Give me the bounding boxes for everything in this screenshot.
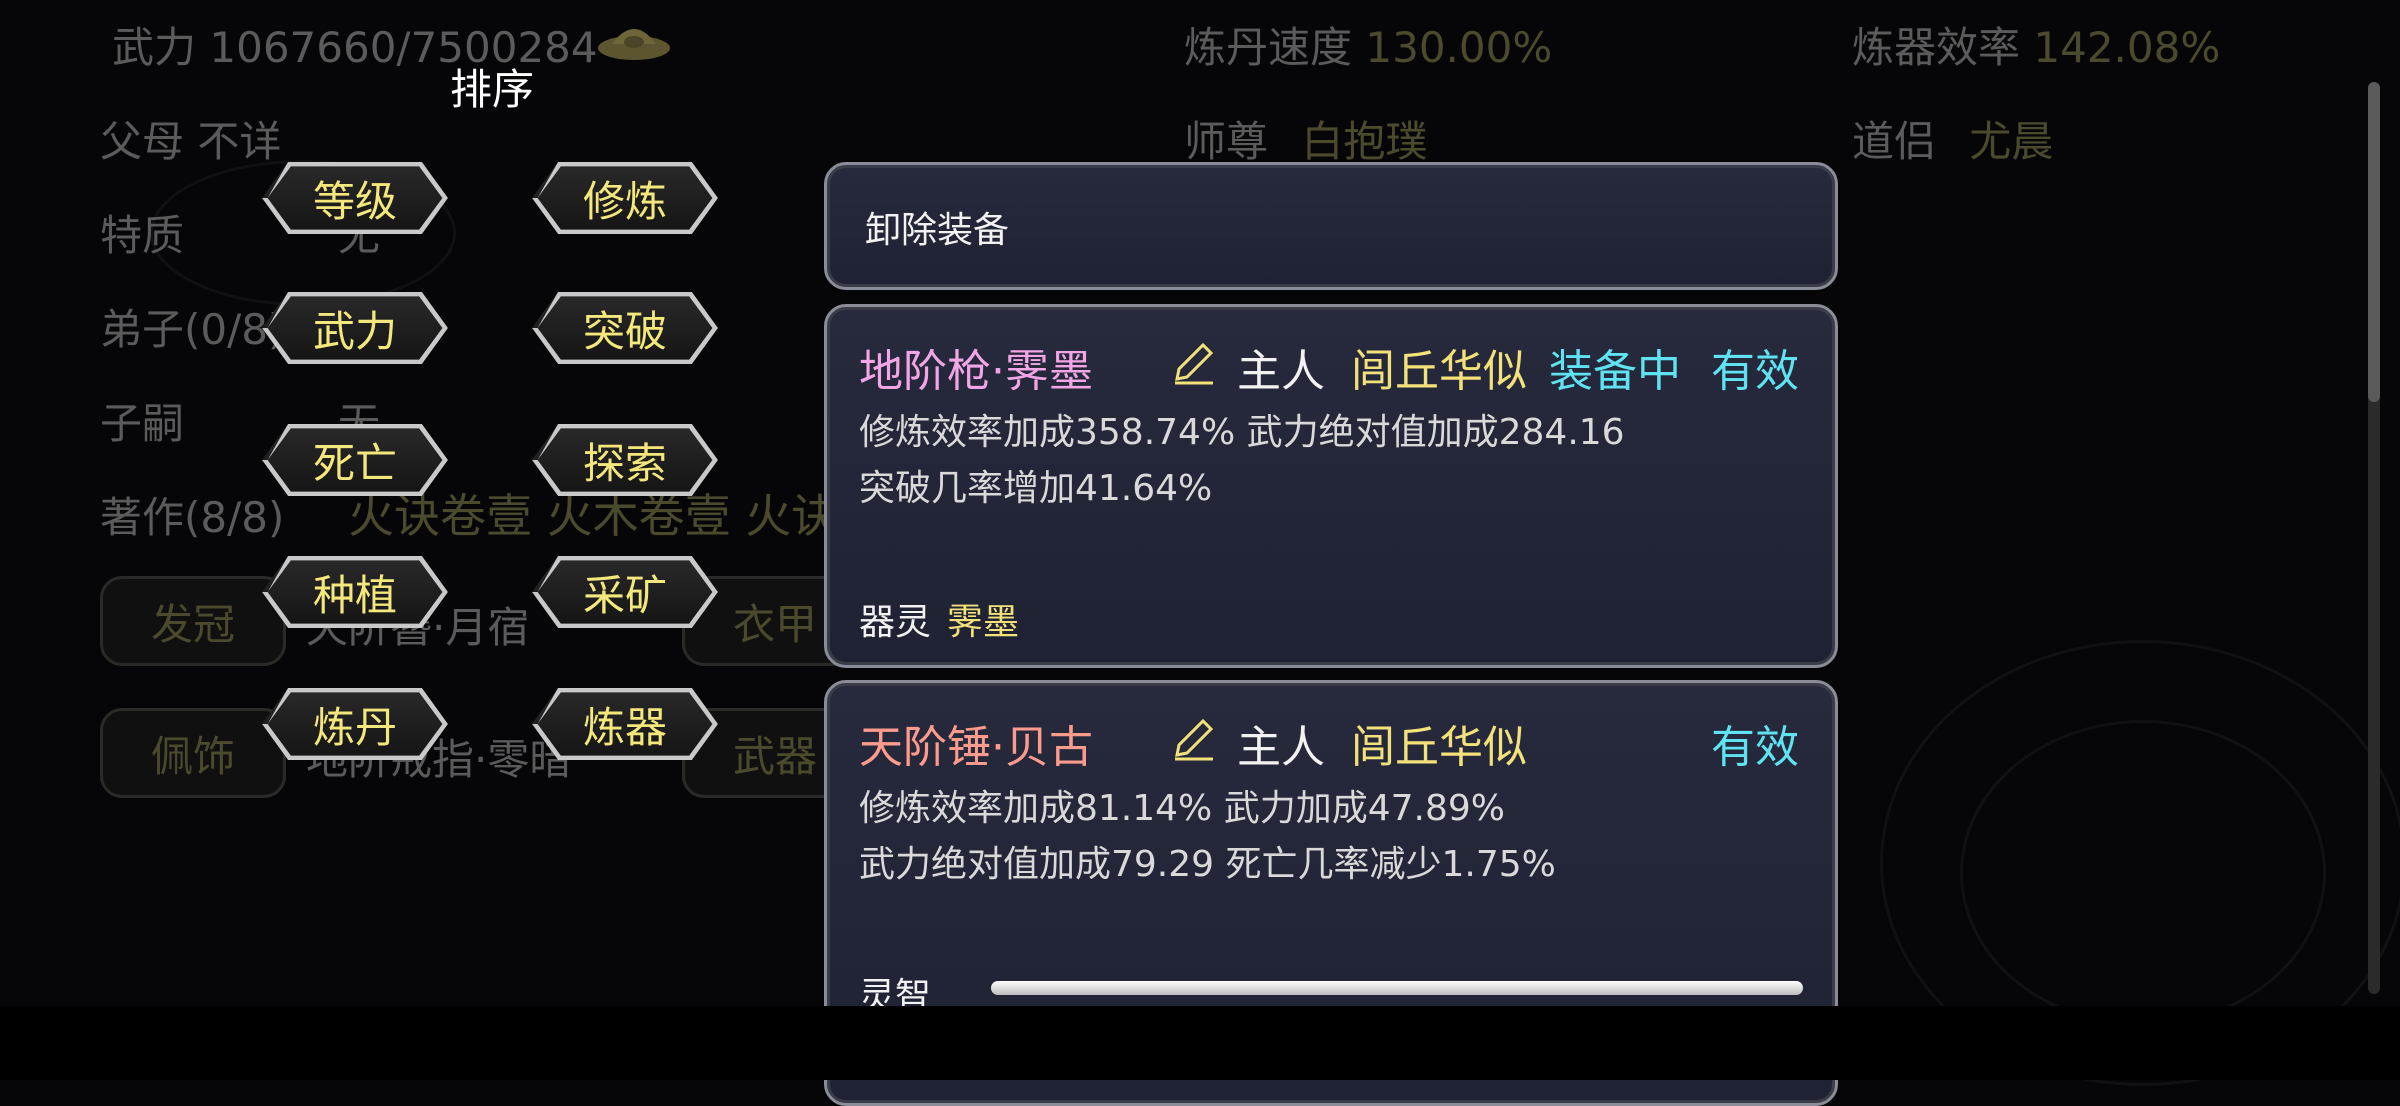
- sort-power-button[interactable]: 武力: [262, 292, 448, 364]
- parents-value: 不详: [197, 117, 282, 166]
- sort-death-button[interactable]: 死亡: [262, 424, 448, 496]
- pencil-icon[interactable]: [1169, 715, 1217, 763]
- sort-mining-button[interactable]: 采矿: [532, 556, 718, 628]
- parents-row: 父母 不详: [100, 108, 281, 169]
- power-value: 1067660/7500284: [209, 23, 598, 72]
- alchemy-speed-value: 130.00%: [1365, 23, 1553, 72]
- equipped-status: 装备中: [1549, 346, 1681, 397]
- pencil-icon[interactable]: [1169, 339, 1217, 387]
- forge-eff-label: 炼器效率: [1852, 23, 2021, 72]
- valid-status: 有效: [1711, 346, 1799, 397]
- sort-planting-button[interactable]: 种植: [262, 556, 448, 628]
- item-name: 天阶锤·贝古: [859, 722, 1093, 773]
- valid-status: 有效: [1711, 722, 1799, 773]
- item-stats-line: 修炼效率加成81.14% 武力加成47.89%: [859, 788, 1505, 829]
- heirs-label: 子嗣: [100, 399, 185, 448]
- item-stats-line: 武力绝对值加成79.29 死亡几率减少1.75%: [859, 844, 1556, 885]
- sort-title: 排序: [450, 65, 535, 114]
- forge-eff-value: 142.08%: [2033, 23, 2221, 72]
- owner-label: 主人: [1237, 722, 1325, 773]
- partner-label: 道侣: [1852, 117, 1937, 166]
- unequip-label: 卸除装备: [865, 210, 1010, 251]
- master-row: 师尊 白抱璞: [1184, 108, 1427, 169]
- unequip-button[interactable]: 卸除装备: [824, 162, 1838, 290]
- sort-explore-button[interactable]: 探索: [532, 424, 718, 496]
- partner-value[interactable]: 尤晨: [1969, 117, 2053, 166]
- wisdom-bar: [991, 981, 1803, 995]
- slot-accessory-button[interactable]: 佩饰: [100, 708, 286, 798]
- trait-label: 特质: [100, 211, 185, 260]
- owner-name: 闾丘华似: [1351, 346, 1527, 397]
- master-label: 师尊: [1184, 117, 1269, 166]
- forge-eff-stat: 炼器效率 142.08%: [1852, 14, 2220, 75]
- sort-level-button[interactable]: 等级: [262, 162, 448, 234]
- wisdom-bar-fill: [991, 981, 1803, 995]
- bottom-bar: [0, 1006, 2400, 1080]
- disciples-label: 弟子(0/8): [100, 305, 285, 354]
- item-name: 地阶枪·霁墨: [859, 346, 1093, 397]
- spirit-label: 器灵: [859, 602, 932, 643]
- owner-name: 闾丘华似: [1351, 722, 1527, 773]
- gold-ingot-icon: [598, 29, 670, 60]
- alchemy-speed-stat: 炼丹速度 130.00%: [1184, 14, 1552, 75]
- sort-alchemy-button[interactable]: 炼丹: [262, 688, 448, 760]
- owner-label: 主人: [1237, 346, 1325, 397]
- background-cloud: [1960, 720, 2326, 1026]
- master-value[interactable]: 白抱璞: [1301, 117, 1427, 166]
- spirit-name: 霁墨: [947, 602, 1020, 643]
- partner-row: 道侣 尤晨: [1852, 108, 2053, 169]
- sort-breakthrough-button[interactable]: 突破: [532, 292, 718, 364]
- works-label: 著作(8/8): [100, 493, 285, 542]
- slot-hat-button[interactable]: 发冠: [100, 576, 286, 666]
- item-stats-line: 修炼效率加成358.74% 武力绝对值加成284.16: [859, 412, 1625, 453]
- parents-label: 父母: [100, 117, 185, 166]
- scrollbar-thumb[interactable]: [2368, 82, 2380, 402]
- item-stats-line: 突破几率增加41.64%: [859, 468, 1213, 509]
- equipment-card[interactable]: 地阶枪·霁墨 主人 闾丘华似 装备中 有效 修炼效率加成358.74% 武力绝对…: [824, 304, 1838, 668]
- sort-cultivation-button[interactable]: 修炼: [532, 162, 718, 234]
- power-label: 武力: [112, 23, 197, 72]
- sort-forging-button[interactable]: 炼器: [532, 688, 718, 760]
- alchemy-speed-label: 炼丹速度: [1184, 23, 1353, 72]
